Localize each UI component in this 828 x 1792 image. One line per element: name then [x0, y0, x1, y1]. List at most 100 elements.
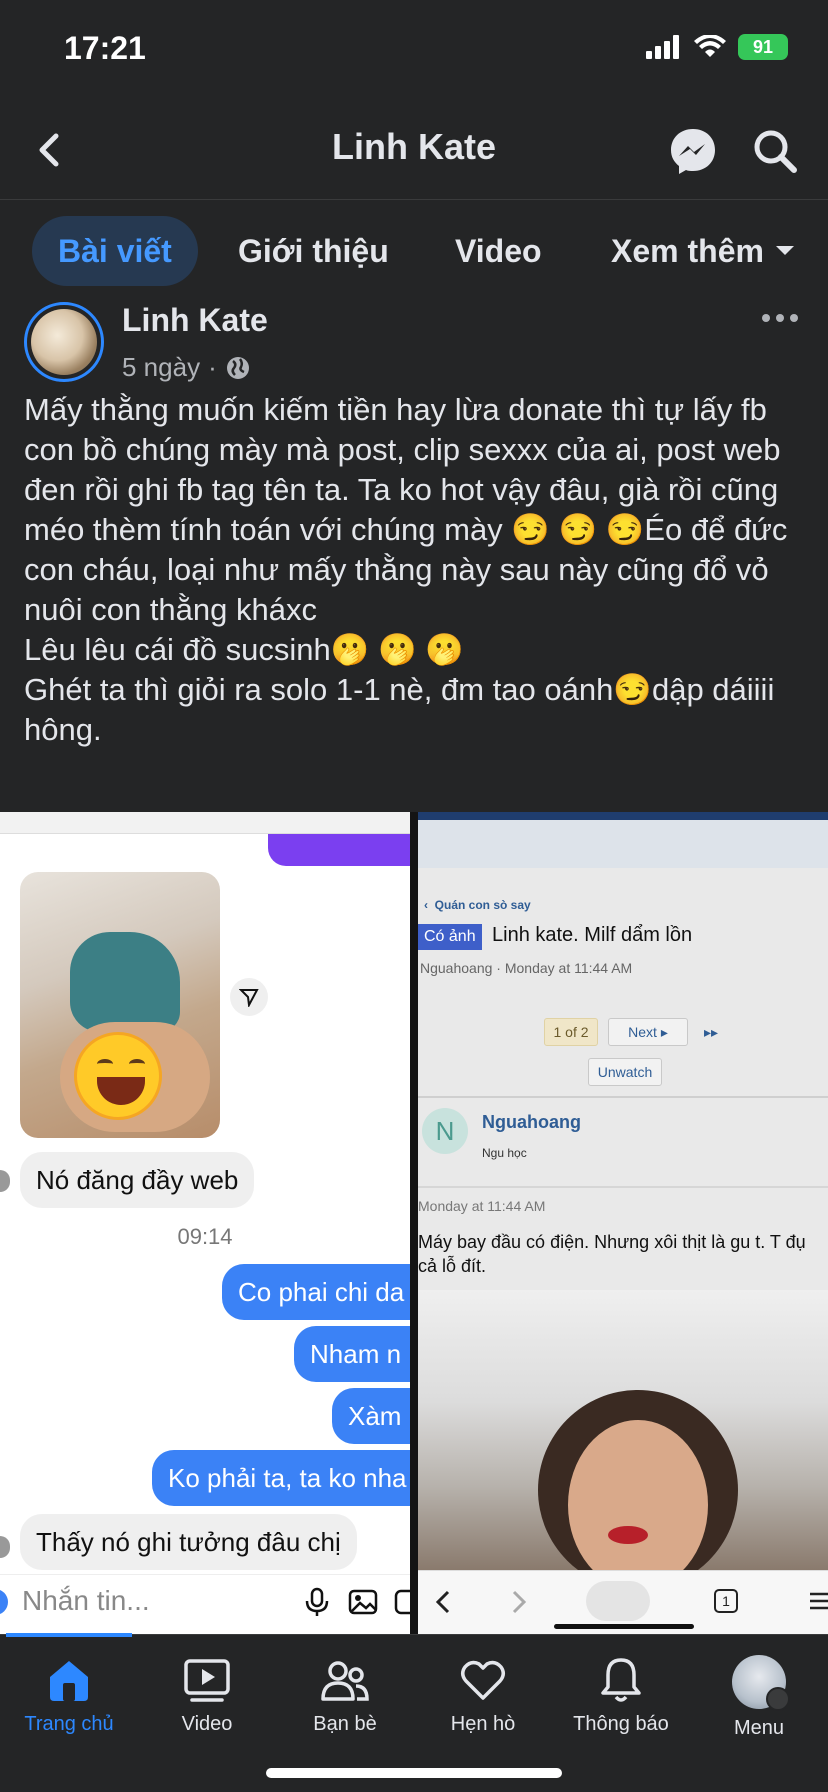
status-bar: 17:21 91 — [0, 0, 828, 100]
nav-notifications[interactable]: Thông báo — [552, 1655, 690, 1745]
forum-separator — [418, 1186, 828, 1188]
nav-video[interactable]: Video — [138, 1655, 276, 1745]
caret-down-icon — [775, 246, 794, 255]
image-divider — [410, 812, 418, 1634]
poster-rank: Ngu học — [482, 1146, 527, 1160]
dating-icon — [461, 1660, 505, 1700]
private-mode-icon — [586, 1581, 650, 1621]
incoming-message: Nó đăng đầy web — [20, 1152, 255, 1208]
wifi-icon — [694, 35, 726, 57]
forum-next-label: Next — [628, 1024, 657, 1040]
chat-screenshot: Nó đăng đầy web 09:14 Co phai chi da Nha… — [0, 812, 410, 1634]
browser-forward-icon — [512, 1590, 527, 1614]
nav-friends-label: Bạn bè — [313, 1713, 377, 1735]
sender-avatar-cropped — [0, 1170, 10, 1192]
incoming-message: Thấy nó ghi tưởng đâu chị — [20, 1514, 357, 1570]
emoji-eye — [129, 1059, 145, 1069]
outgoing-message: Co phai chi da — [222, 1264, 410, 1320]
sticker-icon-cropped — [394, 1589, 410, 1615]
post-paragraph-2: Lêu lêu cái đồ sucsinh🫢 🫢 🫢 — [24, 632, 464, 667]
meta-separator: · — [208, 352, 217, 382]
home-indicator — [266, 1768, 562, 1778]
tabs-count-icon: 1 — [714, 1589, 738, 1613]
composer-camera-cropped — [0, 1589, 8, 1615]
forum-post-date: Monday at 11:44 AM — [418, 1198, 546, 1214]
post-image[interactable]: Nó đăng đầy web 09:14 Co phai chi da Nha… — [0, 812, 828, 1634]
image-icon — [348, 1589, 378, 1615]
nav-friends[interactable]: Bạn bè — [276, 1655, 414, 1745]
nav-notifications-label: Thông báo — [573, 1713, 669, 1735]
post-paragraph-1: Mấy thằng muốn kiếm tiền hay lừa donate … — [24, 392, 788, 627]
tab-posts[interactable]: Bài viết — [32, 216, 198, 286]
browser-back-icon — [435, 1590, 450, 1614]
post-time[interactable]: 5 ngày — [122, 352, 200, 383]
globe-icon — [226, 356, 249, 379]
nav-menu-label: Menu — [733, 1717, 785, 1739]
battery-indicator: 91 — [738, 34, 788, 60]
tab-see-more-label: Xem thêm — [611, 232, 764, 269]
tab-about[interactable]: Giới thiệu — [238, 216, 389, 286]
poster-name: Nguahoang — [482, 1112, 581, 1132]
forum-thread-tag: Có ảnh — [418, 924, 482, 950]
home-icon — [50, 1661, 88, 1701]
more-options-icon[interactable] — [760, 306, 800, 330]
friends-icon — [321, 1661, 369, 1701]
laughing-emoji-icon — [74, 1032, 162, 1120]
author-avatar[interactable] — [24, 302, 104, 382]
forum-breadcrumb-label: Quán con sò say — [434, 898, 531, 912]
nav-home[interactable]: Trang chủ — [0, 1655, 138, 1745]
forum-next-button: Next ▸ — [608, 1018, 688, 1046]
forum-pager: 1 of 2 — [544, 1018, 598, 1046]
chat-top-bar — [0, 812, 410, 834]
microphone-icon — [305, 1587, 329, 1616]
profile-header: Linh Kate — [0, 100, 828, 200]
forum-breadcrumb: ‹ Quán con sò say — [424, 898, 531, 912]
nav-video-label: Video — [181, 1713, 233, 1735]
forum-photo — [418, 1290, 828, 1570]
tab-see-more[interactable]: Xem thêm — [611, 216, 796, 286]
screenshot-home-indicator — [554, 1624, 694, 1629]
nav-home-label: Trang chủ — [24, 1713, 114, 1735]
poster-avatar: N — [422, 1108, 468, 1154]
forum-screenshot: ‹ Quán con sò say Có ảnh Linh kate. Milf… — [418, 812, 828, 1634]
bell-icon — [601, 1658, 641, 1702]
chat-timestamp: 09:14 — [177, 1224, 233, 1249]
menu-badge-icon — [766, 1687, 790, 1711]
status-time: 17:21 — [64, 30, 146, 66]
nav-dating[interactable]: Hẹn hò — [414, 1655, 552, 1745]
menu-avatar — [732, 1655, 790, 1711]
nav-dating-label: Hẹn hò — [450, 1713, 516, 1735]
search-icon[interactable] — [750, 126, 800, 176]
emoji-eye — [97, 1059, 113, 1069]
messenger-icon[interactable] — [668, 126, 718, 176]
forum-post-body: Máy bay đầu có điện. Nhưng xôi thịt là g… — [418, 1232, 806, 1276]
browser-menu-icon — [810, 1592, 828, 1610]
outgoing-message: Xàm — [332, 1388, 410, 1444]
tab-video[interactable]: Video — [455, 216, 542, 286]
forum-thread-byline: Nguahoang · Monday at 11:44 AM — [420, 960, 633, 976]
forum-top-bar — [418, 812, 828, 820]
message-composer: Nhắn tin... — [0, 1574, 410, 1628]
forum-header-band — [418, 820, 828, 868]
author-avatar-image — [31, 309, 97, 375]
post-author-name[interactable]: Linh Kate — [122, 302, 268, 339]
active-tab-indicator — [6, 1633, 132, 1637]
post-paragraph-3: Ghét ta thì giỏi ra solo 1-1 nè, đm tao … — [24, 672, 775, 747]
sender-avatar-cropped — [0, 1536, 10, 1558]
forum-separator — [418, 1096, 828, 1098]
post-meta: 5 ngày · — [122, 352, 251, 383]
photo-lips — [608, 1526, 648, 1544]
cellular-signal-icon — [646, 35, 679, 59]
forum-last-page-icon: ▸▸ — [703, 1023, 719, 1040]
outgoing-message: Ko phải ta, ta ko nha — [152, 1450, 410, 1506]
forward-icon — [230, 978, 268, 1016]
forum-unwatch-button: Unwatch — [588, 1058, 662, 1086]
profile-tabs: Bài viết Giới thiệu Video Xem thêm — [0, 200, 828, 300]
outgoing-message: Nham n — [294, 1326, 410, 1382]
photo-shirt — [70, 932, 180, 1032]
app-root: 17:21 91 Linh Kate Bài viết Giới thiệu V… — [0, 0, 828, 1792]
composer-placeholder: Nhắn tin... — [22, 1585, 150, 1616]
video-icon — [184, 1659, 230, 1702]
nav-menu[interactable]: Menu — [690, 1655, 828, 1745]
forum-thread-title: Linh kate. Milf dẩm lồn — [492, 924, 693, 946]
